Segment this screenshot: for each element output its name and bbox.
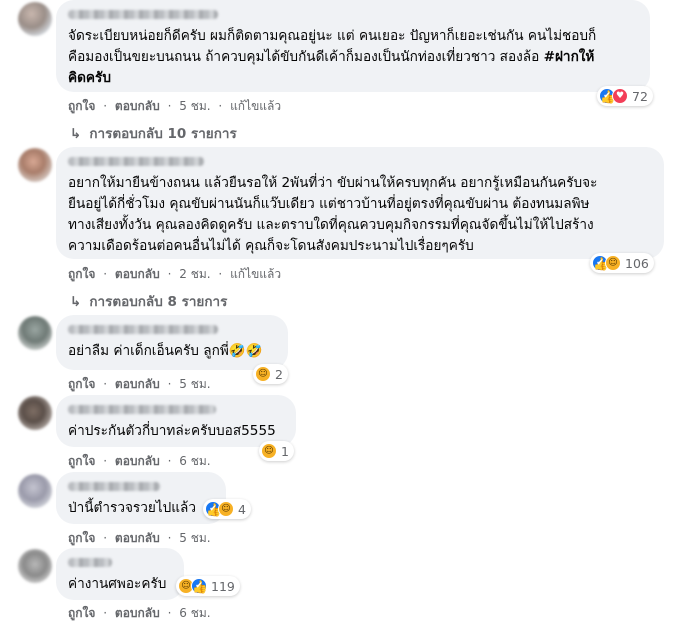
comment-text: ค่างานศพอะครับ bbox=[68, 576, 167, 592]
blurred-author-name[interactable] bbox=[68, 482, 160, 491]
separator: · bbox=[167, 531, 172, 545]
separator: · bbox=[167, 377, 172, 391]
avatar[interactable] bbox=[18, 549, 52, 583]
separator: · bbox=[103, 531, 108, 545]
like-button[interactable]: ถูกใจ bbox=[68, 267, 95, 281]
hashtag-continued[interactable]: คิดครับ bbox=[68, 70, 111, 86]
blurred-author-name[interactable] bbox=[68, 405, 216, 414]
comment-line: ความเดือดร้อนต่อคนอื่นไม่ได้ คุณก็จะโดนส… bbox=[68, 238, 474, 254]
reaction-count: 1 bbox=[281, 443, 289, 459]
comment-line: อยากให้มายืนข้างถนน แล้วยืนรอให้ 2พันที่… bbox=[68, 175, 598, 191]
haha-reaction-icon: ☺ bbox=[261, 443, 277, 459]
replies-count-label[interactable]: การตอบกลับ 8 รายการ bbox=[89, 294, 227, 310]
reaction-count: 4 bbox=[238, 501, 246, 517]
comment-actions: ถูกใจ · ตอบกลับ · 5 ชม. bbox=[68, 375, 215, 394]
separator: · bbox=[103, 606, 108, 620]
separator: · bbox=[167, 454, 172, 468]
like-reaction-icon: ✔ bbox=[191, 578, 207, 594]
separator: · bbox=[103, 377, 108, 391]
reply-button[interactable]: ตอบกลับ bbox=[115, 377, 160, 391]
view-replies-link[interactable]: ↳ การตอบกลับ 8 รายการ bbox=[70, 290, 227, 312]
reaction-summary[interactable]: ☺ 2 bbox=[253, 364, 288, 384]
comment-line: จัดระเบียบหน่อยก็ดีครับ ผมก็ติดตามคุณอยู… bbox=[68, 28, 597, 44]
comment-text: ป่านี้ตำรวจรวยไปแล้ว bbox=[68, 500, 197, 516]
comment-text: ค่าประกันตัวกี่บาทล่ะครับบอส5555 bbox=[68, 423, 276, 439]
reply-arrow-icon: ↳ bbox=[70, 294, 82, 310]
reply-button[interactable]: ตอบกลับ bbox=[115, 267, 160, 281]
reaction-count: 72 bbox=[632, 88, 648, 104]
edited-label[interactable]: แก้ไขแล้ว bbox=[230, 267, 281, 281]
separator: · bbox=[218, 267, 223, 281]
reaction-summary[interactable]: ☺ ✔ 119 bbox=[176, 576, 240, 596]
comment-bubble: อยากให้มายืนข้างถนน แล้วยืนรอให้ 2พันที่… bbox=[56, 147, 664, 259]
view-replies-link[interactable]: ↳ การตอบกลับ 10 รายการ bbox=[70, 122, 237, 144]
like-button[interactable]: ถูกใจ bbox=[68, 454, 95, 468]
like-button[interactable]: ถูกใจ bbox=[68, 377, 95, 391]
like-button[interactable]: ถูกใจ bbox=[68, 606, 95, 620]
blurred-author-name[interactable] bbox=[68, 558, 112, 567]
reply-button[interactable]: ตอบกลับ bbox=[115, 454, 160, 468]
edited-label[interactable]: แก้ไขแล้ว bbox=[230, 99, 281, 113]
comment-bubble: อย่าลืม ค่าเด็กเอ็นครับ ลูกพี่🤣🤣 bbox=[56, 315, 288, 370]
separator: · bbox=[103, 267, 108, 281]
reaction-summary[interactable]: ✔ ☺ 4 bbox=[203, 499, 251, 519]
comment-actions: ถูกใจ · ตอบกลับ · 5 ชม. bbox=[68, 529, 215, 548]
like-button[interactable]: ถูกใจ bbox=[68, 531, 95, 545]
separator: · bbox=[167, 99, 172, 113]
avatar[interactable] bbox=[18, 474, 52, 508]
timestamp[interactable]: 5 ชม. bbox=[179, 99, 210, 113]
avatar[interactable] bbox=[18, 148, 52, 182]
comment-bubble: จัดระเบียบหน่อยก็ดีครับ ผมก็ติดตามคุณอยู… bbox=[56, 0, 650, 92]
reaction-count: 2 bbox=[275, 366, 283, 382]
avatar[interactable] bbox=[18, 396, 52, 430]
comment-text: จัดระเบียบหน่อยก็ดีครับ ผมก็ติดตามคุณอยู… bbox=[68, 26, 638, 89]
separator: · bbox=[103, 99, 108, 113]
comment-text: อย่าลืม ค่าเด็กเอ็นครับ ลูกพี่🤣🤣 bbox=[68, 343, 263, 359]
avatar[interactable] bbox=[18, 316, 52, 350]
reaction-summary[interactable]: ✔ ♥ 72 bbox=[597, 86, 653, 106]
comment-bubble: ป่านี้ตำรวจรวยไปแล้ว bbox=[56, 472, 226, 524]
replies-count-label[interactable]: การตอบกลับ 10 รายการ bbox=[89, 126, 236, 142]
timestamp[interactable]: 6 ชม. bbox=[179, 454, 210, 468]
comment-actions: ถูกใจ · ตอบกลับ · 6 ชม. bbox=[68, 604, 215, 623]
timestamp[interactable]: 5 ชม. bbox=[179, 377, 210, 391]
reply-button[interactable]: ตอบกลับ bbox=[115, 99, 160, 113]
blurred-author-name[interactable] bbox=[68, 10, 218, 19]
timestamp[interactable]: 6 ชม. bbox=[179, 606, 210, 620]
love-reaction-icon: ♥ bbox=[612, 88, 628, 104]
comment-thread: จัดระเบียบหน่อยก็ดีครับ ผมก็ติดตามคุณอยู… bbox=[0, 0, 700, 624]
haha-reaction-icon: ☺ bbox=[255, 366, 271, 382]
blurred-author-name[interactable] bbox=[68, 157, 204, 166]
separator: · bbox=[167, 606, 172, 620]
separator: · bbox=[218, 99, 223, 113]
comment-bubble: ค่าประกันตัวกี่บาทล่ะครับบอส5555 bbox=[56, 395, 296, 447]
comment-line: คือมองเป็นขยะบนถนน ถ้าควบคุมได้ขับกันดีเ… bbox=[68, 49, 544, 65]
separator: · bbox=[103, 454, 108, 468]
reply-button[interactable]: ตอบกลับ bbox=[115, 606, 160, 620]
haha-reaction-icon: ☺ bbox=[218, 501, 234, 517]
comment-line: ยืนอยู่ได้กี่ชั่วโมง คุณขับผ่านนันก็แว๊บ… bbox=[68, 196, 590, 212]
avatar[interactable] bbox=[18, 2, 52, 36]
hashtag[interactable]: #ฝากให้ bbox=[544, 49, 595, 65]
reaction-count: 119 bbox=[211, 578, 235, 594]
like-button[interactable]: ถูกใจ bbox=[68, 99, 95, 113]
comment-text: อยากให้มายืนข้างถนน แล้วยืนรอให้ 2พันที่… bbox=[68, 173, 652, 257]
comment-actions: ถูกใจ · ตอบกลับ · 2 ชม. · แก้ไขแล้ว bbox=[68, 265, 285, 284]
comment-line: ทางเสียงทั้งวัน คุณลองคิดดูครับ และตราบใ… bbox=[68, 217, 594, 233]
reply-button[interactable]: ตอบกลับ bbox=[115, 531, 160, 545]
reply-arrow-icon: ↳ bbox=[70, 126, 82, 142]
comment-actions: ถูกใจ · ตอบกลับ · 6 ชม. bbox=[68, 452, 215, 471]
reaction-summary[interactable]: ✔ ☺ 106 bbox=[590, 253, 654, 273]
comment-bubble: ค่างานศพอะครับ bbox=[56, 548, 184, 600]
reaction-count: 106 bbox=[625, 255, 649, 271]
comment-actions: ถูกใจ · ตอบกลับ · 5 ชม. · แก้ไขแล้ว bbox=[68, 97, 285, 116]
timestamp[interactable]: 2 ชม. bbox=[179, 267, 210, 281]
separator: · bbox=[167, 267, 172, 281]
timestamp[interactable]: 5 ชม. bbox=[179, 531, 210, 545]
blurred-author-name[interactable] bbox=[68, 325, 218, 334]
reaction-summary[interactable]: ☺ 1 bbox=[259, 441, 294, 461]
haha-reaction-icon: ☺ bbox=[605, 255, 621, 271]
